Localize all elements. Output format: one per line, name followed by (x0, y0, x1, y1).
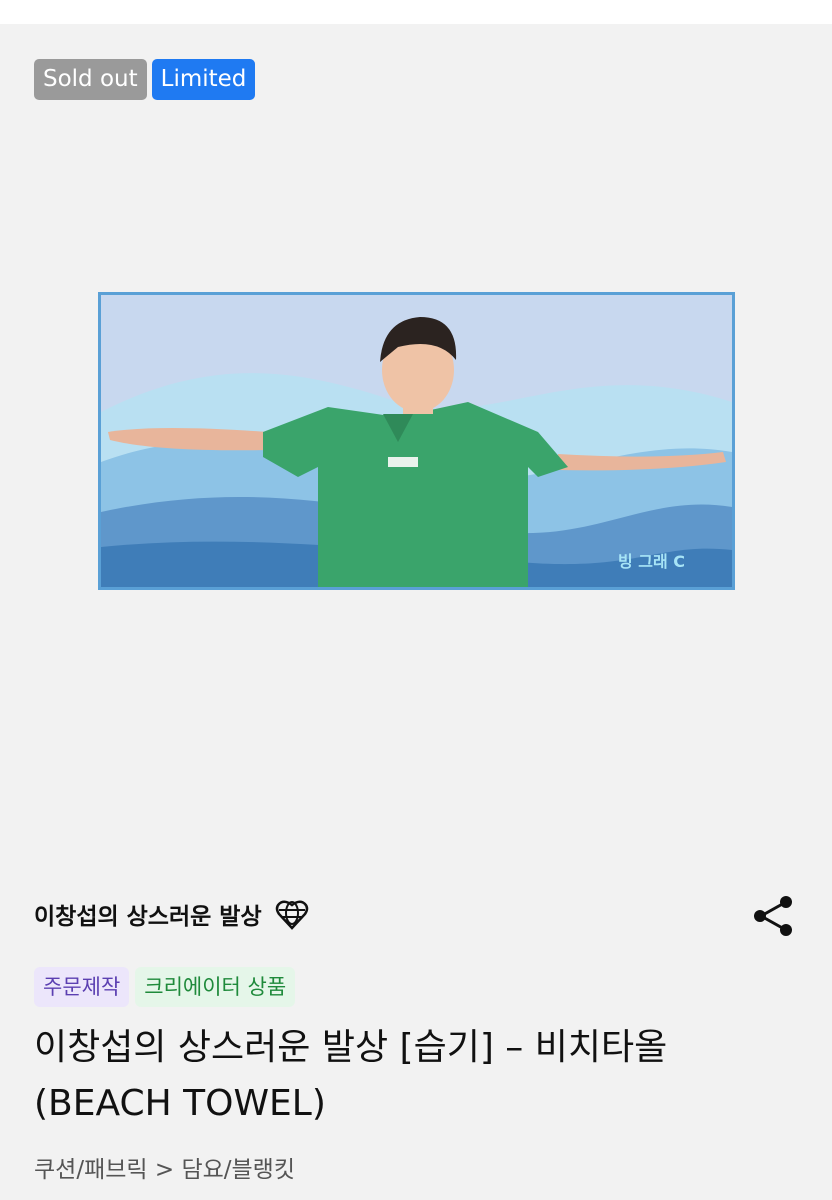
shop-name[interactable]: 이창섭의 상스러운 발상 (34, 897, 262, 931)
sold-out-badge: Sold out (34, 59, 147, 100)
beach-towel-illustration: 빙 그래 C (98, 292, 735, 590)
share-icon[interactable] (750, 893, 796, 939)
category-breadcrumb[interactable]: 쿠션/패브릭 > 담요/블랭킷 (34, 1150, 295, 1184)
made-to-order-tag: 주문제작 (34, 967, 130, 1007)
towel-caption: 빙 그래 C (618, 552, 685, 571)
product-tags: 주문제작 크리에이터 상품 (34, 967, 296, 1007)
top-bar (0, 0, 832, 24)
product-title: 이창섭의 상스러운 발상 [습기] – 비치타올 (BEACH TOWEL) (34, 1027, 668, 1124)
product-image[interactable]: 빙 그래 C (98, 292, 735, 590)
status-badges: Sold out Limited (34, 59, 256, 100)
limited-badge: Limited (151, 59, 256, 100)
shop-row[interactable]: 이창섭의 상스러운 발상 (34, 896, 310, 932)
heart-globe-icon (274, 896, 310, 932)
creator-product-tag: 크리에이터 상품 (135, 967, 296, 1007)
